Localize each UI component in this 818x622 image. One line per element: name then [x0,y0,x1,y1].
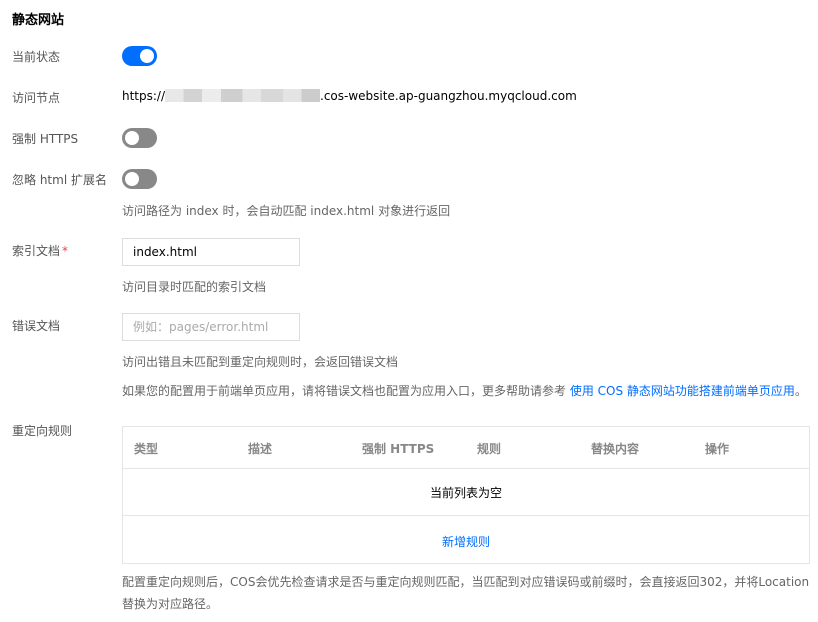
toggle-knob [125,131,139,145]
ignore-ext-hint: 访问路径为 index 时，会自动匹配 index.html 对象进行返回 [122,204,451,218]
toggle-knob [140,49,154,63]
empty-row: 当前列表为空 [123,468,809,516]
spa-guide-link[interactable]: 使用 COS 静态网站功能搭建前端单页应用 [570,384,795,398]
add-rule-button[interactable]: 新增规则 [442,535,490,549]
endpoint-label: 访问节点 [12,91,61,105]
add-row: 新增规则 [123,516,809,563]
error-doc-hint: 访问出错且未匹配到重定向规则时，会返回错误文档 [122,355,399,369]
empty-text: 当前列表为空 [429,486,502,500]
error-doc-input[interactable] [122,313,300,341]
redirect-note: 配置重定向规则后，COS会优先检查请求是否与重定向规则匹配，当匹配到对应错误码或… [122,575,810,611]
error-doc-help: 如果您的配置用于前端单页应用，请将错误文档也配置为应用入口，更多帮助请参考 使用… [122,384,807,398]
column-description: 描述 [248,442,273,456]
status-label: 当前状态 [12,50,61,64]
redacted-bucket-name [165,89,321,102]
column-actions: 操作 [705,442,730,456]
table-header: 类型 描述 强制 HTTPS 规则 替换内容 操作 [123,427,809,469]
endpoint-prefix: https:// [122,89,166,103]
column-replacement: 替换内容 [591,442,640,456]
index-doc-label: 索引文档 * [12,244,69,258]
redirect-label: 重定向规则 [12,424,73,438]
column-force-https: 强制 HTTPS [362,442,435,456]
endpoint-suffix: .cos-website.ap-guangzhou.myqcloud.com [320,89,577,103]
ignore-ext-label: 忽略 html 扩展名 [12,173,107,187]
index-doc-hint: 访问目录时匹配的索引文档 [122,280,267,294]
status-toggle[interactable] [122,46,157,66]
redirect-rules-table: 类型 描述 强制 HTTPS 规则 替换内容 操作 当前列表为空 新增规则 [122,426,810,564]
ignore-ext-toggle[interactable] [122,169,157,189]
index-doc-input[interactable] [122,238,300,266]
error-doc-label: 错误文档 [12,319,61,333]
force-https-toggle[interactable] [122,128,157,148]
toggle-knob [125,172,139,186]
section-title: 静态网站 [12,13,65,28]
column-rule: 规则 [477,442,502,456]
column-type: 类型 [134,442,159,456]
endpoint-url: https:// .cos-website.ap-guangzhou.myqclo… [122,89,577,103]
force-https-label: 强制 HTTPS [12,132,79,146]
required-mark: * [62,244,69,258]
